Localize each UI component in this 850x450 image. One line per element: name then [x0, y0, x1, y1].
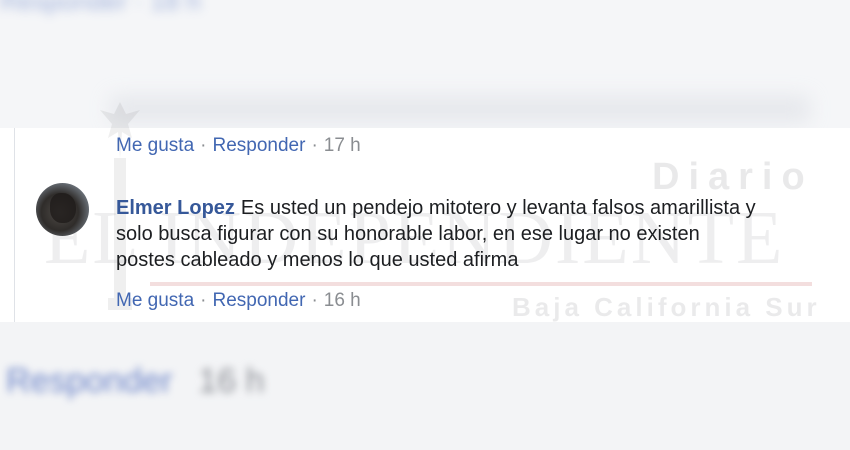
separator: ·	[311, 135, 318, 156]
blurred-previous-actions: Responder · 18 h	[0, 0, 201, 16]
comment-actions: Me gusta · Responder · 16 h	[116, 290, 361, 312]
separator: ·	[311, 290, 318, 311]
watermark-diario: Diario	[652, 156, 814, 198]
blurred-next-actions: Responder 16 h	[6, 362, 265, 401]
timestamp[interactable]: 17 h	[324, 135, 361, 156]
comment-author[interactable]: Elmer Lopez	[116, 197, 235, 219]
like-link[interactable]: Me gusta	[116, 290, 194, 311]
blurred-reply-link: Responder	[6, 362, 173, 400]
reply-link[interactable]: Responder	[212, 290, 305, 311]
blurred-previous-comment-text	[110, 96, 810, 122]
separator: ·	[200, 290, 207, 311]
avatar[interactable]	[36, 183, 89, 236]
comment-body: Elmer Lopez Es usted un pendejo mitotero …	[116, 195, 756, 273]
previous-comment-actions: Me gusta · Responder · 17 h	[116, 135, 361, 157]
reply-link[interactable]: Responder	[212, 135, 305, 156]
watermark-region: Baja California Sur	[512, 292, 821, 322]
separator: ·	[200, 135, 207, 156]
like-link[interactable]: Me gusta	[116, 135, 194, 156]
timestamp[interactable]: 16 h	[324, 290, 361, 311]
blurred-timestamp: 16 h	[198, 362, 265, 400]
watermark-rule	[150, 282, 812, 286]
